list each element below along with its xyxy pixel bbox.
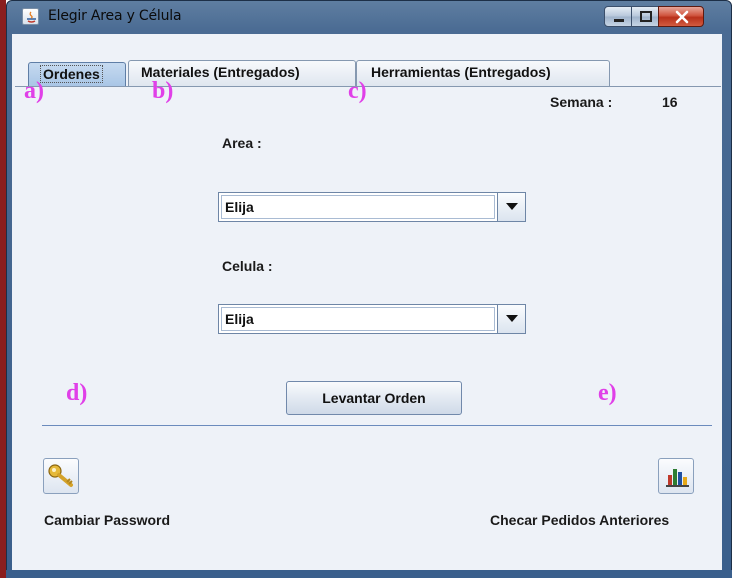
annotation-a: a) bbox=[24, 78, 44, 104]
area-selected-value: Elija bbox=[221, 195, 495, 219]
cambiar-password-label: Cambiar Password bbox=[44, 512, 171, 528]
checar-pedidos-label: Checar Pedidos Anteriores bbox=[490, 512, 670, 528]
window-title: Elegir Area y Célula bbox=[48, 8, 182, 24]
tab-herramientas[interactable]: Herramientas (Entregados) bbox=[356, 60, 610, 86]
tab-herramientas-label: Herramientas (Entregados) bbox=[371, 64, 551, 80]
key-icon bbox=[48, 464, 73, 487]
area-dropdown-button[interactable] bbox=[497, 193, 525, 221]
area-combobox[interactable]: Elija bbox=[218, 192, 526, 222]
minimize-button[interactable] bbox=[604, 6, 632, 27]
close-button[interactable] bbox=[658, 6, 704, 27]
annotation-d: d) bbox=[66, 380, 88, 406]
celula-dropdown-button[interactable] bbox=[497, 305, 525, 333]
annotation-b: b) bbox=[152, 78, 174, 104]
close-icon bbox=[675, 10, 689, 24]
levantar-orden-button[interactable]: Levantar Orden bbox=[286, 381, 462, 415]
annotation-e: e) bbox=[598, 380, 617, 406]
celula-selected-value: Elija bbox=[221, 307, 495, 331]
celula-combobox[interactable]: Elija bbox=[218, 304, 526, 334]
separator-line bbox=[42, 425, 712, 426]
checar-pedidos-button[interactable] bbox=[658, 458, 694, 494]
window-bottom-edge bbox=[6, 570, 732, 578]
week-value: 16 bbox=[662, 94, 678, 110]
annotation-c: c) bbox=[348, 78, 367, 104]
maximize-button[interactable] bbox=[631, 6, 659, 27]
chevron-down-icon bbox=[506, 315, 518, 322]
celula-label: Celula : bbox=[222, 258, 273, 274]
area-label: Area : bbox=[222, 135, 262, 151]
minimize-icon bbox=[614, 19, 624, 22]
week-label: Semana : bbox=[550, 94, 613, 110]
bar-chart-icon bbox=[666, 469, 689, 487]
maximize-icon bbox=[640, 11, 652, 22]
chevron-down-icon bbox=[506, 203, 518, 210]
tab-ordenes-label: Ordenes bbox=[40, 65, 103, 83]
java-app-icon bbox=[22, 8, 39, 25]
cambiar-password-button[interactable] bbox=[43, 458, 79, 494]
